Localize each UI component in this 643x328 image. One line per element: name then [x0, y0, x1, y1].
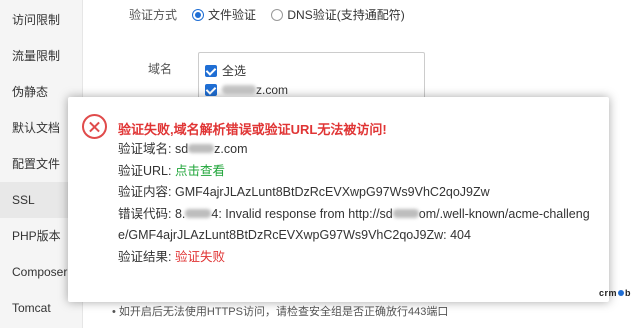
checkbox-select-all[interactable]: 全选: [205, 62, 246, 79]
sidebar-item-label: 伪静态: [12, 85, 49, 99]
verify-content-label: 验证内容:: [118, 185, 172, 199]
error-code-row: 错误代码: 8. 4: Invalid response from http://…: [118, 206, 590, 243]
verify-method-label: 验证方式: [129, 8, 178, 22]
verify-content-row: 验证内容: GMF4ajrJLAzLunt8BtDzRcEVXwpG97Ws9V…: [118, 182, 593, 204]
sidebar-item-label: 配置文件: [12, 157, 61, 171]
sidebar-item-access-limit[interactable]: 访问限制: [0, 2, 83, 38]
sidebar-item-label: PHP版本: [12, 229, 61, 243]
redacted-text: [188, 144, 215, 153]
radio-checked-icon: [192, 9, 204, 21]
checkbox-checked-icon: [205, 84, 217, 96]
radio-dns-verify[interactable]: DNS验证(支持通配符): [271, 8, 405, 22]
sidebar-item-label: 默认文档: [12, 121, 61, 135]
verify-content-value: GMF4ajrJLAzLunt8BtDzRcEVXwpG97Ws9VhC2qoJ…: [174, 185, 490, 199]
verify-domain-value: sd z.com: [174, 142, 248, 156]
sidebar-item-label: SSL: [12, 193, 35, 207]
https-note: • 如开启后无法使用HTTPS访问，请检查安全组是否正确放行443端口: [112, 306, 449, 318]
sidebar-item-label: 访问限制: [12, 13, 61, 27]
sidebar-item-label: 流量限制: [12, 49, 61, 63]
sidebar-item-traffic-limit[interactable]: 流量限制: [0, 38, 83, 74]
redacted-text: [185, 208, 212, 218]
watermark-logo: crm b: [598, 288, 631, 298]
redacted-text: [392, 208, 419, 218]
verify-domain-label: 验证域名:: [118, 142, 172, 156]
redacted-text: [222, 85, 256, 94]
domain-label: 域名: [148, 62, 173, 76]
verify-result-row: 验证结果: 验证失败: [118, 247, 593, 269]
sidebar-item-label: Tomcat: [12, 301, 51, 315]
verify-url-row: 验证URL: 点击查看: [118, 161, 593, 183]
dialog-title: 验证失败,域名解析错误或验证URL无法被访问!: [118, 122, 387, 137]
checkbox-domain[interactable]: z.com: [205, 83, 288, 97]
radio-file-verify[interactable]: 文件验证: [192, 8, 256, 22]
verify-url-label: 验证URL:: [118, 163, 172, 178]
dialog-body: 验证域名: sd z.com 验证URL: 点击查看 验证内容: GMF4ajrJ…: [118, 139, 593, 268]
verify-error-dialog: 验证失败,域名解析错误或验证URL无法被访问! 验证域名: sd z.com 验证…: [68, 97, 609, 302]
verify-result-label: 验证结果:: [118, 249, 172, 264]
verify-result-value: 验证失败: [174, 249, 225, 264]
error-code-label: 错误代码:: [118, 206, 172, 221]
checkbox-checked-icon: [205, 65, 217, 77]
verify-method-radio-group: 文件验证 DNS验证(支持通配符): [192, 6, 417, 23]
verify-domain-row: 验证域名: sd z.com: [118, 139, 593, 161]
sidebar-item-label: Composer: [12, 265, 68, 279]
view-url-link[interactable]: 点击查看: [175, 164, 225, 178]
error-circle-x-icon: [82, 114, 107, 139]
radio-unchecked-icon: [271, 9, 284, 21]
